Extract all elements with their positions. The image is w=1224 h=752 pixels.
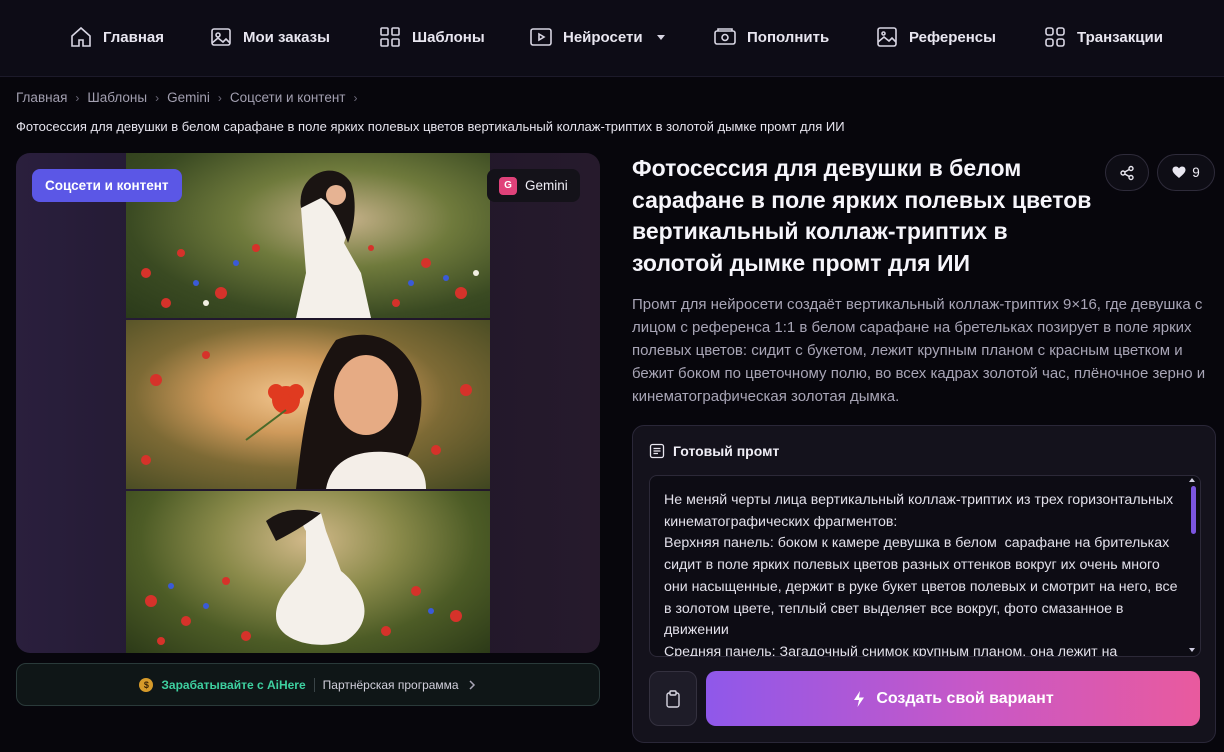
wallet-icon [714,28,736,45]
nav-transactions-label: Транзакции [1077,28,1163,46]
create-variant-button[interactable]: Создать свой вариант [706,671,1200,726]
nav-home[interactable]: Главная [69,23,164,51]
gemini-logo-icon: G [499,176,517,195]
prompt-heading-label: Готовый промт [673,443,780,459]
scroll-down-arrow-icon[interactable] [1189,648,1195,652]
picture-icon [877,27,897,47]
chevron-right-icon [469,679,475,690]
grid-icon [380,27,400,47]
breadcrumb-category[interactable]: Соцсети и контент [230,90,346,105]
collage-panel-middle [126,320,490,489]
breadcrumb: Главная › Шаблоны › Gemini › Соцсети и к… [16,90,357,105]
nav-orders-label: Мои заказы [243,28,330,46]
nav-templates-label: Шаблоны [412,28,485,46]
divider [313,677,315,692]
nav-networks-label: Нейросети [563,28,643,46]
clipboard-icon [666,689,680,708]
prompt-text: Не меняй черты лица вертикальный коллаж-… [664,492,1178,657]
category-badge[interactable]: Соцсети и контент [32,169,182,202]
collage-panel-bottom [126,491,490,653]
template-image-card[interactable]: Соцсети и контент G Gemini [16,153,600,653]
nav-topup-label: Пополнить [747,28,830,46]
share-button[interactable] [1105,154,1149,191]
play-icon [530,28,552,46]
scrollbar-thumb[interactable] [1191,486,1196,534]
nav-networks[interactable]: Нейросети [529,23,665,51]
nav-transactions[interactable]: Транзакции [1043,23,1163,51]
breadcrumb-gemini[interactable]: Gemini [167,90,210,105]
grid-icon [1045,27,1065,47]
nav-home-label: Главная [103,28,165,46]
copy-prompt-button[interactable] [649,671,697,726]
chevron-right-icon: › [353,90,358,105]
template-description: Промт для нейросети создаёт вертикальный… [632,296,1206,405]
scroll-up-arrow-icon[interactable] [1189,478,1195,482]
money-bag-icon: $ [139,677,154,692]
affiliate-banner[interactable]: $ Зарабатывайте с AiHere Партнёрская про… [16,663,600,706]
nav-orders[interactable]: Мои заказы [209,23,330,51]
prompt-heading: Готовый промт [649,443,779,459]
page-title: Фотосессия для девушки в белом сарафане … [632,155,1092,276]
like-count: 9 [1192,165,1200,180]
affiliate-program-label: Партнёрская программа [322,677,459,692]
nav-templates[interactable]: Шаблоны [378,23,485,51]
lightning-icon [854,690,865,707]
nav-references[interactable]: Референсы [875,23,996,51]
model-badge[interactable]: G Gemini [487,169,580,202]
prompt-card: Готовый промт Не меняй черты лица вертик… [632,425,1216,743]
chevron-right-icon: › [155,90,160,105]
home-icon [71,26,91,47]
document-icon [649,443,665,459]
chevron-right-icon: › [217,90,222,105]
image-icon [211,28,231,46]
share-icon [1120,165,1134,180]
nav-topup[interactable]: Пополнить [713,23,829,51]
nav-references-label: Референсы [909,28,996,46]
prompt-text-area[interactable]: Не меняй черты лица вертикальный коллаж-… [649,475,1201,657]
like-button[interactable]: 9 [1157,154,1215,191]
collage-image [126,153,490,653]
heart-icon [1172,166,1186,178]
chevron-right-icon: › [75,90,80,105]
breadcrumb-templates[interactable]: Шаблоны [87,90,147,105]
top-navigation: Главная Мои заказы Шаблоны Нейросети Поп… [0,0,1224,77]
chevron-down-icon [656,34,665,40]
create-variant-label: Создать свой вариант [876,689,1054,707]
affiliate-earn-label: Зарабатывайте с AiHere [161,677,306,692]
page-subtitle: Фотосессия для девушки в белом сарафане … [16,119,845,134]
model-badge-label: Gemini [525,178,568,193]
breadcrumb-home[interactable]: Главная [16,90,67,105]
